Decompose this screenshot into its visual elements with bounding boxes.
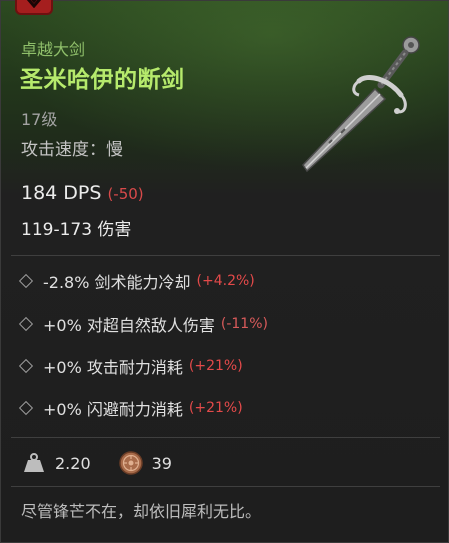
- downgrade-badge: [15, 0, 53, 15]
- dps-value: 184 DPS: [21, 182, 102, 204]
- stat-line: +0% 对超自然敌人伤害 (-11%): [18, 312, 268, 336]
- stat-delta: (+4.2%): [196, 273, 255, 289]
- item-category: 卓越大剑: [21, 40, 86, 59]
- stat-line: -2.8% 剑术能力冷却 (+4.2%): [18, 269, 255, 293]
- weight-value: 2.20: [55, 453, 91, 473]
- damage-range: 119-173 伤害: [21, 220, 132, 240]
- item-name: 圣米哈伊的断剑: [20, 67, 185, 93]
- diamond-icon: [18, 273, 34, 289]
- price-value: 39: [151, 453, 172, 473]
- divider: [11, 255, 440, 256]
- stat-line: +0% 闪避耐力消耗 (+21%): [18, 396, 243, 420]
- stat-delta: (-11%): [220, 316, 268, 332]
- stat-line: +0% 攻击耐力消耗 (+21%): [18, 354, 243, 378]
- stat-value: +0% 攻击耐力消耗: [43, 358, 183, 377]
- divider: [11, 486, 440, 487]
- weight-icon: [24, 453, 44, 472]
- diamond-icon: [18, 316, 34, 332]
- stat-value: +0% 对超自然敌人伤害: [43, 316, 215, 335]
- item-meta-row: 2.20 39: [23, 449, 172, 477]
- down-arrow-icon: [26, 0, 42, 8]
- attack-speed: 攻击速度：慢: [21, 140, 123, 160]
- sword-image: [302, 36, 420, 173]
- dps-delta: (-50): [107, 185, 144, 203]
- divider: [11, 437, 440, 438]
- stat-delta: (+21%): [188, 400, 243, 416]
- flavor-text: 尽管锋芒不在，却依旧犀利无比。: [21, 502, 262, 521]
- item-level: 17级: [21, 110, 58, 129]
- coin-icon: [118, 451, 143, 475]
- item-tooltip: 卓越大剑 圣米哈伊的断剑 17级 攻击速度：慢 184 DPS (-50) 119…: [0, 0, 449, 543]
- stat-value: +0% 闪避耐力消耗: [43, 400, 183, 419]
- stat-value: -2.8% 剑术能力冷却: [43, 273, 191, 292]
- stat-delta: (+21%): [188, 358, 243, 374]
- diamond-icon: [18, 400, 34, 416]
- diamond-icon: [18, 358, 34, 374]
- dps-line: 184 DPS (-50): [21, 182, 144, 204]
